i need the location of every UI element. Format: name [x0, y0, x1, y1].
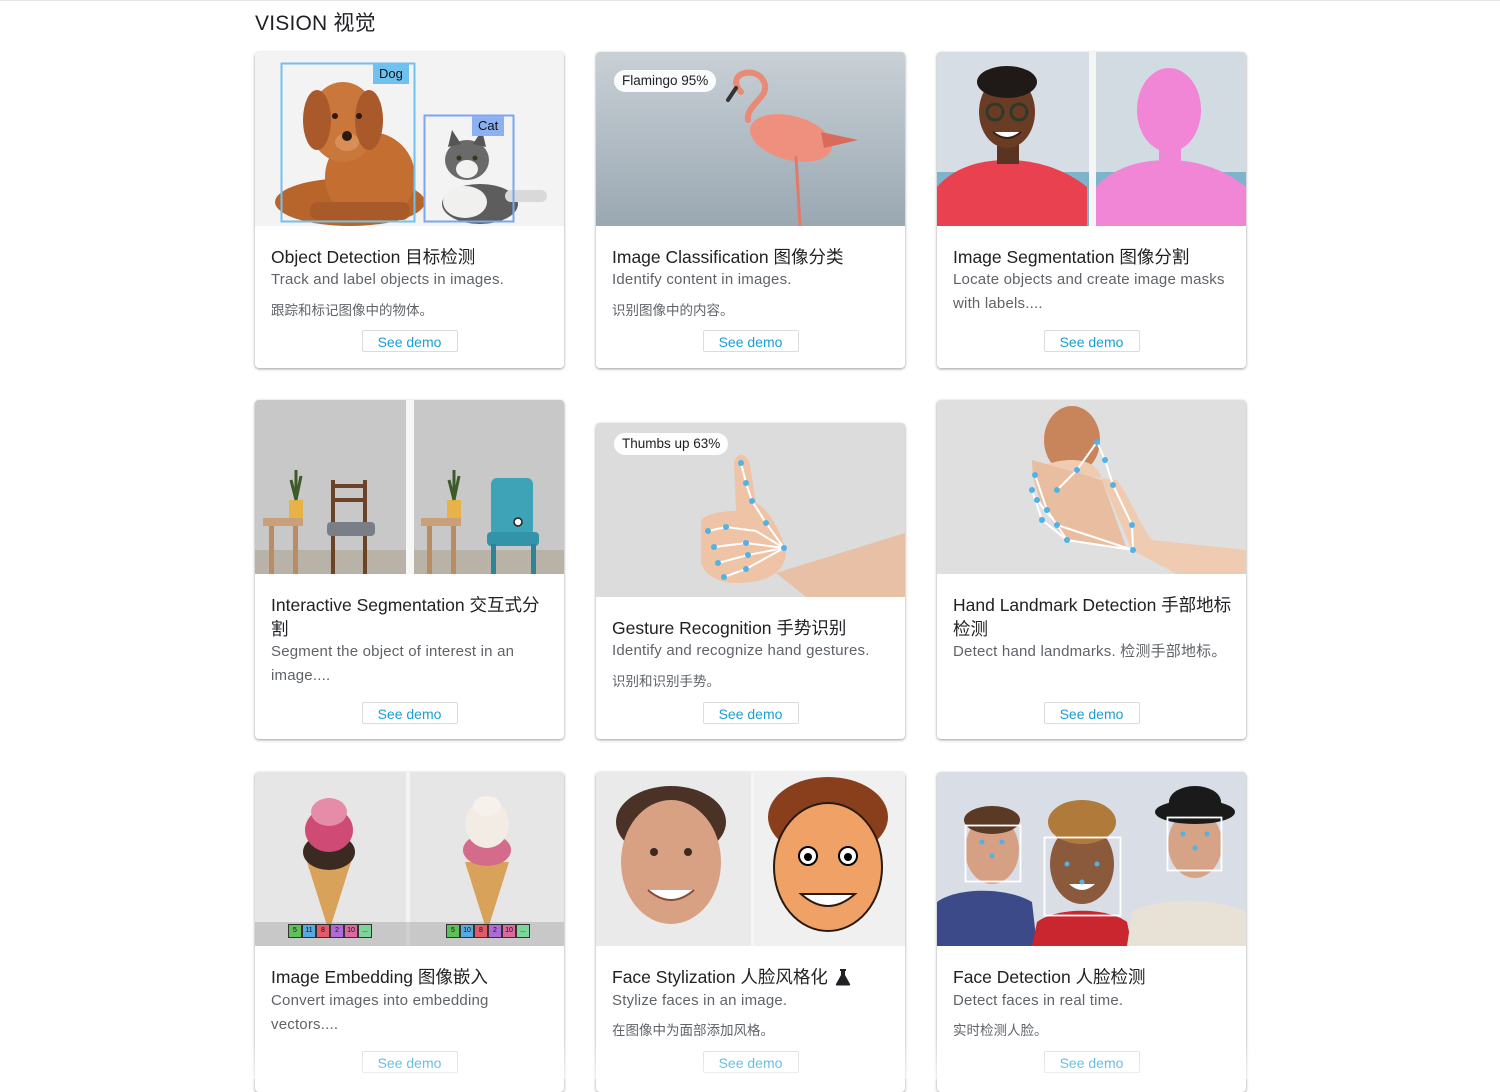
see-demo-button[interactable]: See demo	[361, 702, 458, 724]
dog-cat-image	[255, 52, 564, 226]
card-title: Face Stylization 人脸风格化	[612, 965, 891, 989]
image-segmentation-thumbnail	[937, 52, 1246, 226]
card-title: Hand Landmark Detection 手部地标检测	[953, 595, 1232, 639]
vector-cell: 10	[460, 924, 474, 938]
hand-egg-image	[937, 400, 1246, 574]
chair-image	[255, 400, 564, 574]
interactive-segmentation-thumbnail	[255, 400, 564, 574]
card-description-zh: 跟踪和标记图像中的物体。	[271, 303, 433, 318]
see-demo-button[interactable]: See demo	[1043, 330, 1140, 352]
face-detection-image	[937, 772, 1246, 946]
image-embedding-thumbnail: 5 11 8 2 10 ... 5 10 8 2 10 ...	[255, 772, 564, 946]
vector-cell: 2	[330, 924, 344, 938]
classification-chip: Flamingo 95%	[614, 70, 717, 92]
card-interactive-segmentation[interactable]: Interactive Segmentation 交互式分割 Segment t…	[255, 400, 564, 739]
see-demo-button[interactable]: See demo	[702, 330, 799, 352]
vector-cell: 10	[344, 924, 358, 938]
flask-icon	[835, 969, 851, 986]
vector-cell: 11	[302, 924, 316, 938]
card-description: Convert images into embedding vectors...…	[271, 992, 489, 1033]
object-detection-thumbnail: Dog Cat	[255, 52, 564, 226]
card-image-classification[interactable]: Flamingo 95% Image Classification 图像分类 I…	[596, 52, 905, 368]
image-classification-thumbnail: Flamingo 95%	[596, 52, 905, 226]
card-gesture-recognition[interactable]: Thumbs up 63% Gesture Recognition 手势识别 I…	[596, 423, 905, 739]
embedding-vector-right: 5 10 8 2 10 ...	[446, 924, 530, 938]
see-demo-button[interactable]: See demo	[361, 1051, 458, 1073]
dog-label-tag: Dog	[373, 64, 409, 84]
vector-cell: 5	[446, 924, 460, 938]
card-title: Object Detection 目标检测	[271, 247, 476, 267]
card-description: Segment the object of interest in an ima…	[271, 643, 515, 684]
vector-cell: 8	[474, 924, 488, 938]
vector-cell: 10	[502, 924, 516, 938]
card-description: Detect faces in real time.	[953, 992, 1124, 1009]
see-demo-button[interactable]: See demo	[702, 1051, 799, 1073]
vector-cell: 5	[288, 924, 302, 938]
card-title: Image Embedding 图像嵌入	[271, 967, 488, 987]
card-description: Stylize faces in an image.	[612, 992, 788, 1009]
ice-cream-image	[255, 772, 564, 946]
card-description: Identify content in images.	[612, 271, 792, 288]
card-description: Track and label objects in images.	[271, 271, 505, 288]
card-title: Interactive Segmentation 交互式分割	[271, 595, 540, 639]
face-detection-thumbnail	[937, 772, 1246, 946]
card-description-zh: 识别和识别手势。	[612, 674, 720, 689]
embedding-vector-left: 5 11 8 2 10 ...	[288, 924, 372, 938]
card-image-embedding[interactable]: 5 11 8 2 10 ... 5 10 8 2 10 ... Image Em…	[255, 772, 564, 1092]
gesture-chip: Thumbs up 63%	[614, 433, 729, 455]
card-description: Identify and recognize hand gestures.	[612, 642, 870, 659]
card-description-zh: 实时检测人脸。	[953, 1023, 1048, 1038]
card-object-detection[interactable]: Dog Cat Object Detection 目标检测 Track and …	[255, 52, 564, 368]
card-title: Face Detection 人脸检测	[953, 967, 1146, 987]
card-title: Gesture Recognition 手势识别	[612, 618, 847, 638]
see-demo-button[interactable]: See demo	[361, 330, 458, 352]
card-title: Image Segmentation 图像分割	[953, 247, 1190, 267]
card-description: Locate objects and create image masks wi…	[953, 271, 1225, 312]
vector-cell: ...	[358, 924, 372, 938]
card-face-stylization[interactable]: Face Stylization 人脸风格化 Stylize faces in …	[596, 772, 905, 1092]
card-description-zh: 识别图像中的内容。	[612, 303, 734, 318]
face-stylization-image	[596, 772, 905, 946]
card-description-zh: 在图像中为面部添加风格。	[612, 1023, 774, 1038]
see-demo-button[interactable]: See demo	[1043, 702, 1140, 724]
card-title-text: Face Stylization 人脸风格化	[612, 967, 828, 987]
card-hand-landmark-detection[interactable]: Hand Landmark Detection 手部地标检测 Detect ha…	[937, 400, 1246, 739]
face-stylization-thumbnail	[596, 772, 905, 946]
segmentation-image	[937, 52, 1246, 226]
cat-label-tag: Cat	[472, 116, 505, 136]
gesture-recognition-thumbnail: Thumbs up 63%	[596, 423, 905, 597]
see-demo-button[interactable]: See demo	[702, 702, 799, 724]
card-description: Detect hand landmarks. 检测手部地标。	[953, 643, 1227, 660]
see-demo-button[interactable]: See demo	[1043, 1051, 1140, 1073]
card-image-segmentation[interactable]: Image Segmentation 图像分割 Locate objects a…	[937, 52, 1246, 368]
hand-landmark-thumbnail	[937, 400, 1246, 574]
section-title: VISION 视觉	[255, 12, 376, 35]
card-face-detection[interactable]: Face Detection 人脸检测 Detect faces in real…	[937, 772, 1246, 1092]
vector-cell: 8	[316, 924, 330, 938]
vector-cell: 2	[488, 924, 502, 938]
vector-cell: ...	[516, 924, 530, 938]
card-title: Image Classification 图像分类	[612, 247, 844, 267]
